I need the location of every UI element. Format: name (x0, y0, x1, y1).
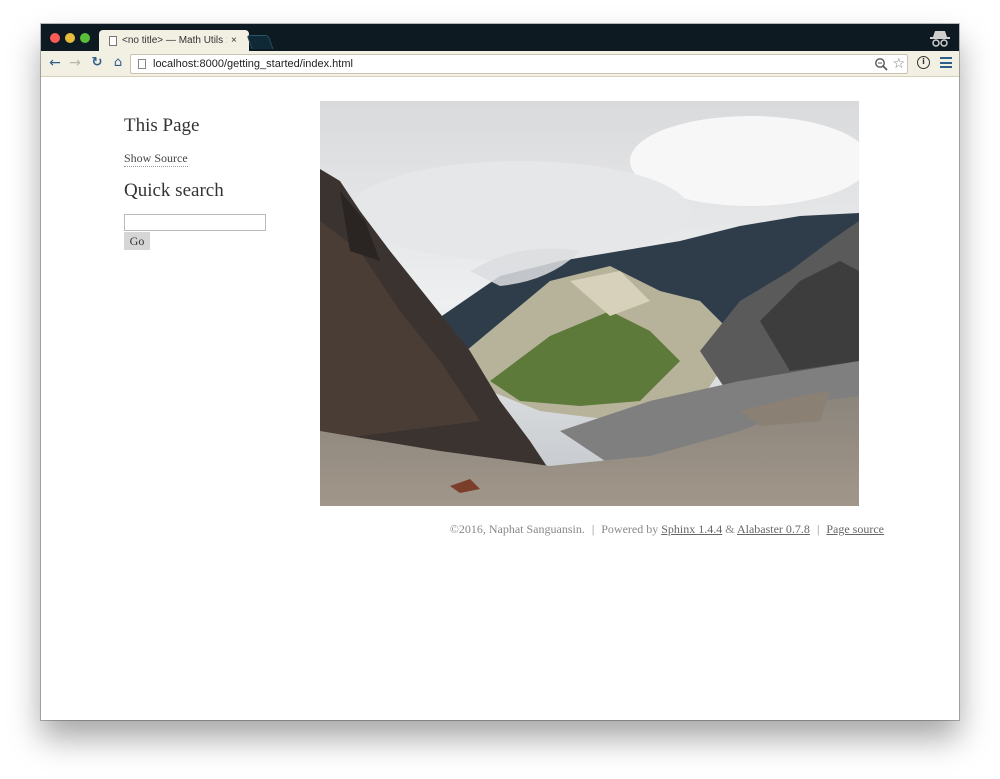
footer-separator: | (816, 522, 820, 536)
browser-tab[interactable]: <no title> — Math Utils 1.0 × (99, 30, 249, 51)
browser-window: <no title> — Math Utils 1.0 × ← → ↻ ⌂ lo… (41, 24, 959, 720)
search-input[interactable] (124, 214, 266, 231)
address-bar[interactable]: localhost:8000/getting_started/index.htm… (130, 54, 908, 74)
tab-title: <no title> — Math Utils 1.0 (122, 35, 227, 46)
go-button[interactable]: Go (124, 232, 150, 250)
page-icon (109, 35, 117, 46)
title-bar: <no title> — Math Utils 1.0 × (41, 24, 959, 51)
url-text[interactable]: localhost:8000/getting_started/index.htm… (153, 58, 353, 70)
incognito-icon (930, 31, 950, 47)
maximize-window-button[interactable] (80, 33, 90, 43)
page-source-link[interactable]: Page source (826, 522, 884, 536)
star-icon[interactable]: ☆ (892, 55, 905, 73)
sphinx-link[interactable]: Sphinx 1.4.4 (661, 522, 722, 536)
footer-separator: | (591, 522, 595, 536)
page-icon (138, 59, 146, 69)
zoom-icon[interactable] (874, 57, 888, 71)
mountain-valley-photo (320, 101, 859, 506)
show-source-link[interactable]: Show Source (124, 151, 188, 167)
quick-search-heading: Quick search (124, 180, 224, 201)
powered-by-text: Powered by (601, 522, 659, 536)
copyright-text: ©2016, Naphat Sanguansin. (449, 522, 585, 536)
new-tab-button[interactable] (246, 35, 274, 49)
browser-toolbar: ← → ↻ ⌂ localhost:8000/getting_started/i… (41, 51, 959, 77)
forward-arrow-icon[interactable]: → (67, 55, 83, 71)
this-page-heading: This Page (124, 115, 200, 136)
sidebar: This Page Show Source Quick search Go (124, 115, 304, 250)
reload-icon[interactable]: ↻ (89, 55, 105, 71)
back-arrow-icon[interactable]: ← (47, 55, 63, 71)
menu-icon[interactable] (940, 57, 952, 68)
close-window-button[interactable] (50, 33, 60, 43)
info-icon[interactable]: i (917, 56, 930, 69)
footer: ©2016, Naphat Sanguansin. | Powered by S… (321, 522, 884, 537)
page-content: This Page Show Source Quick search Go ©2… (41, 77, 959, 720)
home-icon[interactable]: ⌂ (110, 55, 126, 71)
tab-close-icon[interactable]: × (231, 35, 237, 46)
ampersand-text: & (725, 522, 735, 536)
minimize-window-button[interactable] (65, 33, 75, 43)
alabaster-link[interactable]: Alabaster 0.7.8 (737, 522, 810, 536)
